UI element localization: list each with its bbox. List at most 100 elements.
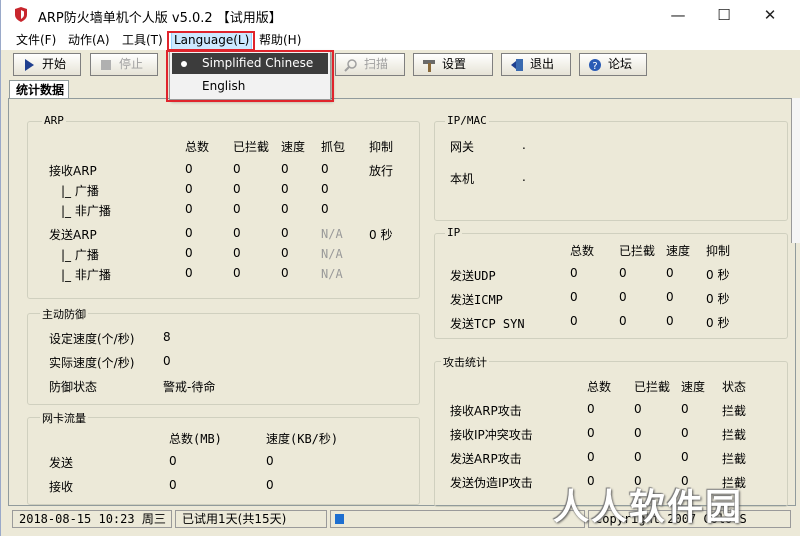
arp-value: 0	[185, 202, 193, 216]
stop-label: 停止	[119, 57, 144, 71]
attack-value: 0	[634, 402, 642, 416]
attack-row-label: 发送伪造IP攻击	[450, 476, 533, 490]
attack-value: 0	[634, 450, 642, 464]
ipmac-group: IP/MAC 网关 . 本机 .	[434, 114, 788, 221]
ip-suppress-value: 0 秒	[706, 292, 730, 306]
tools-icon	[423, 60, 435, 72]
close-button[interactable]: ✕	[747, 0, 793, 30]
attack-status: 拦截	[722, 452, 747, 466]
attack-value: 0	[587, 426, 595, 440]
arp-value: 0	[185, 246, 193, 260]
nic-header-total: 总数(MB)	[169, 432, 222, 446]
arp-header-total: 总数	[185, 140, 210, 154]
attack-header-total: 总数	[587, 380, 612, 394]
help-icon: ?	[589, 59, 601, 72]
ip-row-label: 发送ICMP	[450, 293, 503, 307]
start-button[interactable]: 开始	[13, 53, 81, 76]
defense-status-value: 警戒-待命	[163, 380, 216, 394]
settings-button[interactable]: 设置	[413, 53, 493, 76]
ipmac-group-title: IP/MAC	[445, 114, 489, 127]
gateway-label: 网关	[450, 140, 475, 154]
toolbar: 开始 停止 扫描 设置 退出 ? 论坛	[1, 51, 800, 79]
attack-value: 0	[634, 426, 642, 440]
attack-value: 0	[681, 426, 689, 440]
arp-suppress-value: 放行	[369, 164, 394, 178]
attack-value: 0	[587, 450, 595, 464]
arp-value: 0	[233, 182, 241, 196]
arp-suppress-value: 0 秒	[369, 228, 393, 242]
ip-value: 0	[666, 314, 674, 328]
arp-value: 0	[233, 202, 241, 216]
arp-value: 0	[233, 246, 241, 260]
arp-value: 0	[185, 162, 193, 176]
ip-value: 0	[619, 266, 627, 280]
ip-header-total: 总数	[570, 244, 595, 258]
nic-traffic-group: 网卡流量 总数(MB) 速度(KB/秒) 发送 0 0 接收 0 0	[27, 410, 420, 505]
arp-header-blocked: 已拦截	[233, 140, 270, 154]
arp-row-label: 接收ARP	[49, 164, 97, 178]
settings-label: 设置	[442, 57, 467, 71]
arp-row-label: |_ 广播	[61, 248, 99, 262]
menu-action[interactable]: 动作(A)	[66, 32, 112, 49]
arp-row-label: 发送ARP	[49, 228, 97, 242]
ip-header-blocked: 已拦截	[619, 244, 656, 258]
arp-header-suppress: 抑制	[369, 140, 394, 154]
ip-suppress-value: 0 秒	[706, 316, 730, 330]
activity-indicator	[335, 514, 344, 524]
highlight-language-dropdown	[166, 50, 334, 102]
arp-value: 0	[321, 182, 329, 196]
attack-header-blocked: 已拦截	[634, 380, 671, 394]
ip-value: 0	[619, 290, 627, 304]
arp-value: 0	[233, 226, 241, 240]
arp-value: 0	[281, 182, 289, 196]
ip-row-label: 发送UDP	[450, 269, 496, 283]
arp-value: 0	[185, 182, 193, 196]
gateway-value: .	[522, 138, 526, 152]
arp-value: 0	[185, 266, 193, 280]
arp-row-label: |_ 非广播	[61, 204, 111, 218]
stop-button[interactable]: 停止	[90, 53, 158, 76]
highlight-menu-language	[167, 31, 255, 51]
arp-value: 0	[233, 162, 241, 176]
arp-value: 0	[281, 266, 289, 280]
tab-statistics[interactable]: 统计数据	[9, 80, 69, 99]
attack-value: 0	[587, 402, 595, 416]
play-icon	[25, 59, 34, 71]
attack-header-status: 状态	[722, 380, 747, 394]
start-label: 开始	[42, 57, 67, 71]
shield-app-icon	[15, 7, 27, 22]
local-label: 本机	[450, 172, 475, 186]
defense-label: 实际速度(个/秒)	[49, 356, 135, 370]
arp-value: 0	[185, 226, 193, 240]
scan-label: 扫描	[364, 57, 389, 71]
attack-header-speed: 速度	[681, 380, 706, 394]
arp-value: 0	[321, 162, 329, 176]
menu-help[interactable]: 帮助(H)	[257, 32, 303, 49]
stop-icon	[101, 60, 111, 70]
nic-value: 0	[169, 478, 177, 492]
magnifier-icon	[344, 59, 357, 72]
nic-value: 0	[266, 478, 274, 492]
maximize-button[interactable]: ☐	[701, 0, 747, 30]
svg-text:?: ?	[592, 61, 597, 72]
nic-row-label: 发送	[49, 456, 74, 470]
nic-header-speed: 速度(KB/秒)	[266, 432, 339, 446]
forum-label: 论坛	[608, 57, 633, 71]
attack-row-label: 发送ARP攻击	[450, 452, 522, 466]
minimize-button[interactable]: —	[655, 0, 701, 30]
tab-strip: 统计数据	[1, 80, 800, 99]
menu-tools[interactable]: 工具(T)	[120, 32, 165, 49]
arp-value: 0	[281, 202, 289, 216]
attack-status: 拦截	[722, 428, 747, 442]
exit-icon	[511, 59, 523, 71]
scan-button[interactable]: 扫描	[335, 53, 405, 76]
menu-file[interactable]: 文件(F)	[14, 32, 58, 49]
attack-value: 0	[681, 450, 689, 464]
app-window: ARP防火墙单机个人版 v5.0.2 【试用版】 — ☐ ✕ 文件(F) 动作(…	[0, 0, 800, 536]
exit-button[interactable]: 退出	[501, 53, 571, 76]
watermark-text: 人人软件园	[553, 487, 744, 528]
forum-button[interactable]: ? 论坛	[579, 53, 647, 76]
ip-header-speed: 速度	[666, 244, 691, 258]
attack-row-label: 接收ARP攻击	[450, 404, 522, 418]
nic-row-label: 接收	[49, 480, 74, 494]
